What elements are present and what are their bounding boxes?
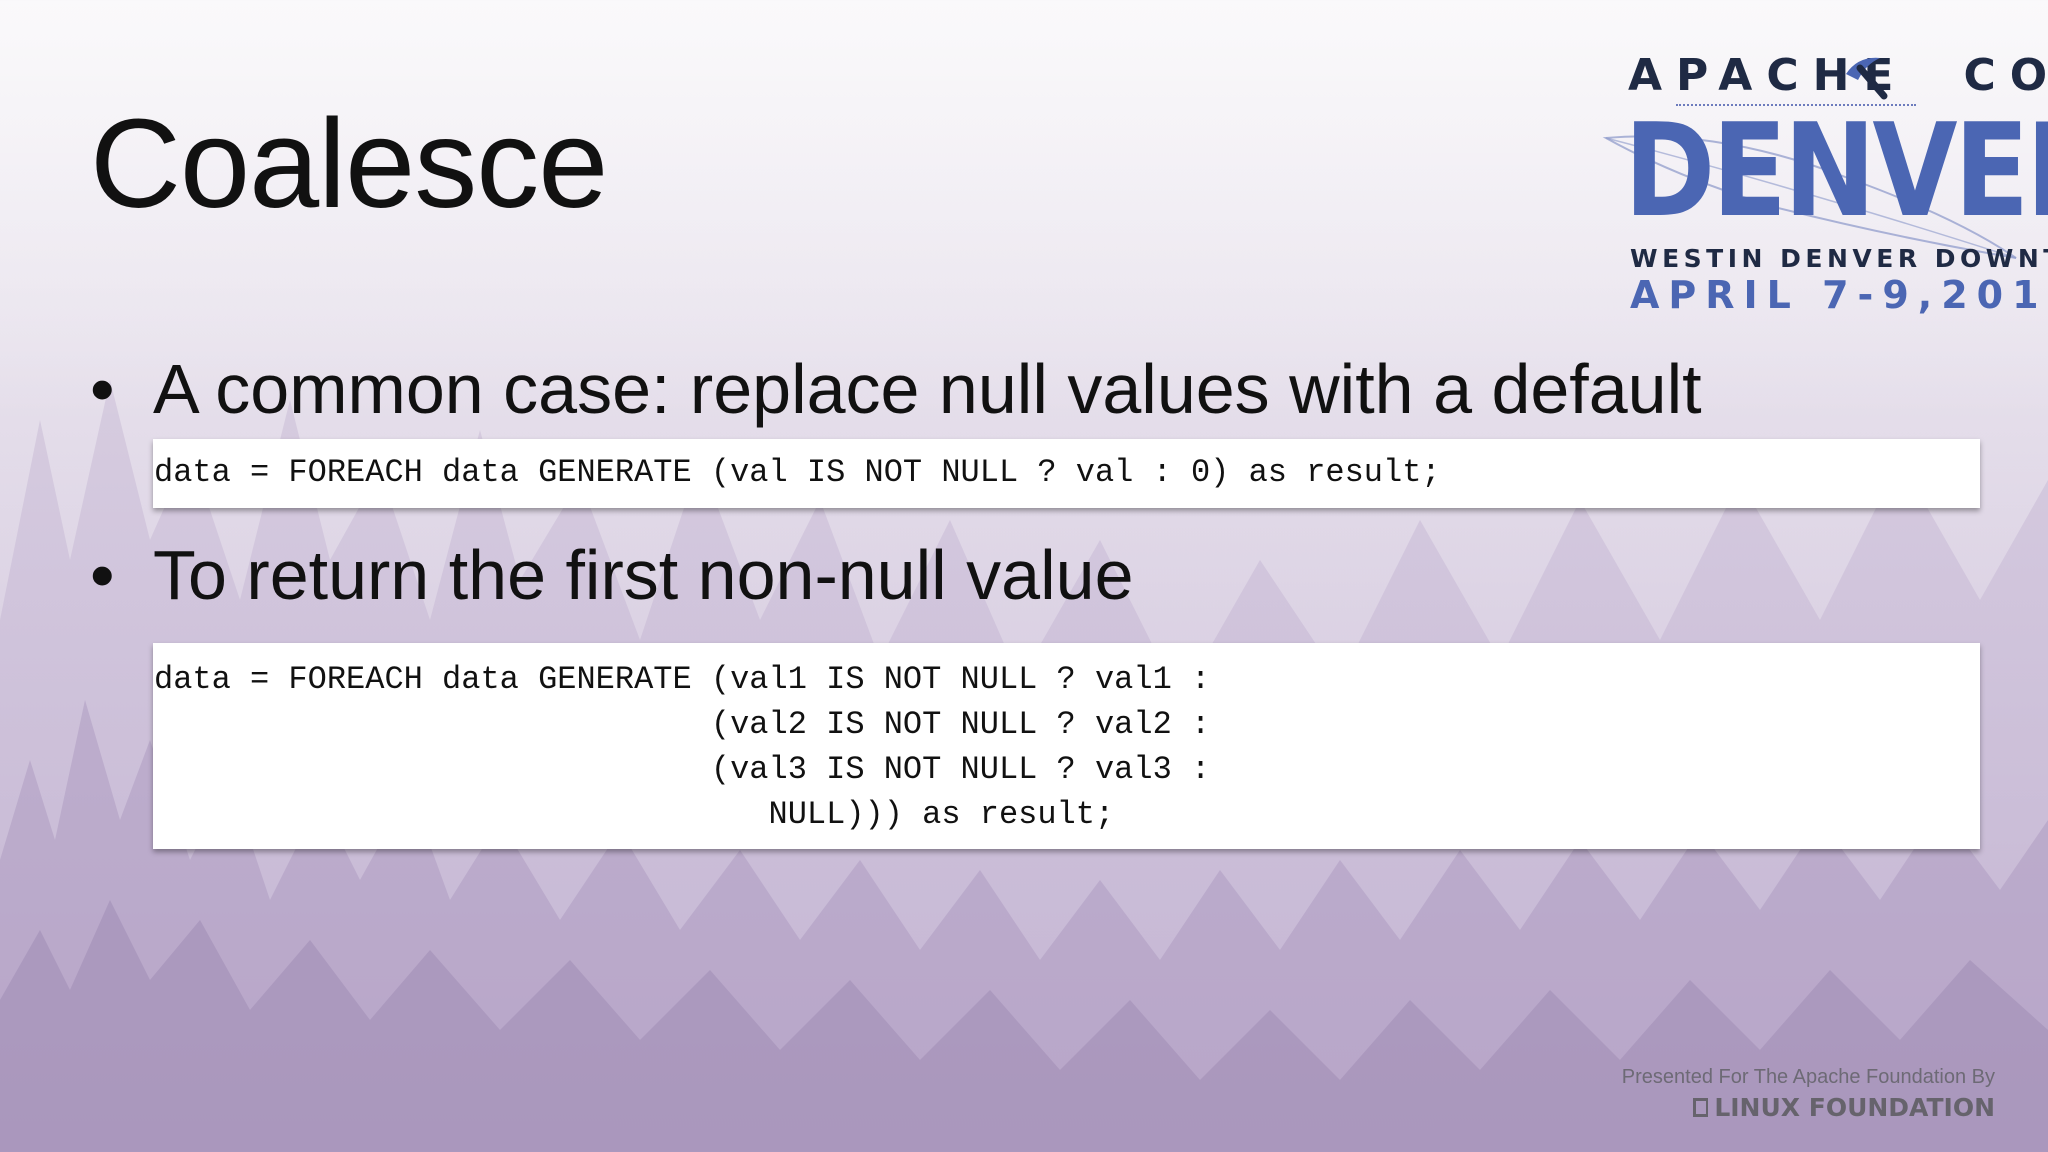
- linux-foundation-icon: [1693, 1098, 1709, 1117]
- logo-venue: WESTIN DENVER DOWNTOWN: [1630, 244, 2048, 273]
- logo-dates: APRIL 7-9,2014: [1630, 273, 2048, 317]
- bullet-dot: •: [90, 536, 115, 614]
- logo-con-word: CON: [1963, 50, 2048, 101]
- bullet-item: • To return the first non-null value: [90, 540, 1134, 610]
- logo-city: DENVER: [1624, 97, 2048, 246]
- footer-credit: Presented For The Apache Foundation By L…: [1622, 1066, 1995, 1122]
- bullet-item: • A common case: replace null values with…: [90, 354, 1702, 424]
- logo-apachecon-text: APACHECON: [1628, 50, 2048, 101]
- apachecon-logo: APACHECON DENVER WESTIN DENVER DOWNTOWN …: [1598, 48, 2048, 328]
- footer-org-name: LINUX FOUNDATION: [1714, 1093, 1995, 1122]
- code-block: data = FOREACH data GENERATE (val1 IS NO…: [153, 643, 1980, 849]
- footer-org: LINUX FOUNDATION: [1622, 1093, 1995, 1122]
- code-block: data = FOREACH data GENERATE (val IS NOT…: [153, 439, 1980, 508]
- code-text: data = FOREACH data GENERATE (val IS NOT…: [154, 454, 1441, 491]
- footer-presented-text: Presented For The Apache Foundation By: [1621, 1066, 1995, 1088]
- bullet-dot: •: [90, 350, 115, 428]
- bullet-text: To return the first non-null value: [153, 536, 1134, 614]
- slide-title: Coalesce: [90, 93, 608, 234]
- code-text: data = FOREACH data GENERATE (val1 IS NO…: [154, 661, 1211, 833]
- bullet-text: A common case: replace null values with …: [153, 350, 1702, 428]
